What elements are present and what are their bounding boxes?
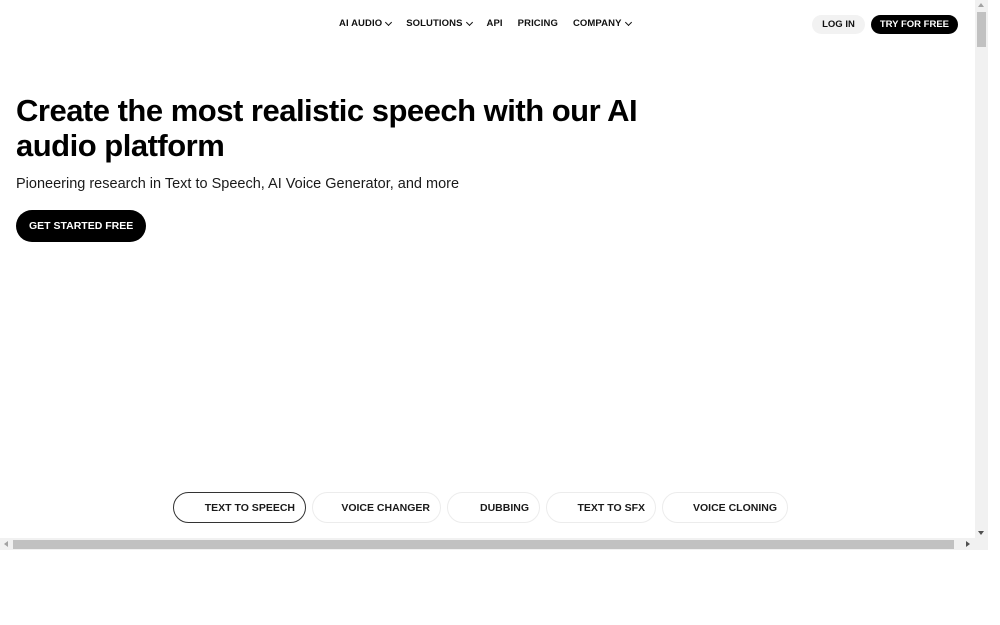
try-for-free-button[interactable]: TRY FOR FREE — [870, 15, 958, 34]
scrollbar-corner — [975, 538, 988, 550]
tab-label: VOICE CLONING — [692, 501, 777, 514]
nav-item-label: PRICING — [517, 18, 558, 29]
vertical-scrollbar[interactable] — [975, 0, 988, 538]
nav-item-solutions[interactable]: SOLUTIONS — [406, 18, 473, 29]
hero-subtitle: Pioneering research in Text to Speech, A… — [16, 176, 460, 192]
top-nav: AI AUDIO SOLUTIONS API PRICING COMPANY L… — [0, 0, 975, 48]
scroll-up-arrow-icon[interactable] — [978, 3, 984, 7]
nav-item-label: API — [486, 18, 503, 29]
nav-item-api[interactable]: API — [487, 18, 503, 29]
tab-label: TEXT TO SFX — [577, 501, 645, 514]
tab-label: DUBBING — [480, 501, 529, 514]
horizontal-scroll-thumb[interactable] — [13, 540, 954, 549]
nav-item-label: COMPANY — [572, 18, 622, 29]
scroll-right-arrow-icon[interactable] — [966, 541, 970, 547]
tab-voice-cloning[interactable]: VOICE CLONING — [662, 492, 788, 523]
nav-item-ai-audio[interactable]: AI AUDIO — [339, 18, 393, 29]
main-menu: AI AUDIO SOLUTIONS API PRICING COMPANY — [339, 18, 646, 29]
login-button[interactable]: LOG IN — [812, 15, 865, 34]
scroll-left-arrow-icon[interactable] — [4, 541, 8, 547]
page-viewport: AI AUDIO SOLUTIONS API PRICING COMPANY L… — [0, 0, 975, 538]
horizontal-scrollbar[interactable] — [0, 538, 975, 550]
tab-label: VOICE CHANGER — [341, 501, 430, 514]
nav-actions: LOG IN TRY FOR FREE — [812, 15, 958, 34]
hero-title: Create the most realistic speech with ou… — [16, 93, 638, 163]
tab-dubbing[interactable]: DUBBING — [447, 492, 540, 523]
nav-item-pricing[interactable]: PRICING — [518, 18, 558, 29]
chevron-down-icon — [465, 18, 473, 26]
chevron-down-icon — [624, 18, 632, 26]
tab-voice-changer[interactable]: VOICE CHANGER — [312, 492, 441, 523]
scroll-down-arrow-icon[interactable] — [978, 531, 984, 535]
get-started-button[interactable]: GET STARTED FREE — [16, 210, 147, 242]
nav-item-label: SOLUTIONS — [406, 18, 463, 29]
tab-label: TEXT TO SPEECH — [204, 501, 295, 514]
product-tabs: TEXT TO SPEECH VOICE CHANGER DUBBING TEX… — [173, 492, 794, 523]
nav-item-company[interactable]: COMPANY — [572, 18, 632, 29]
vertical-scroll-thumb[interactable] — [977, 12, 986, 47]
nav-item-label: AI AUDIO — [339, 18, 383, 29]
tab-text-to-sfx[interactable]: TEXT TO SFX — [546, 492, 656, 523]
tab-text-to-speech[interactable]: TEXT TO SPEECH — [173, 492, 306, 523]
chevron-down-icon — [385, 18, 393, 26]
